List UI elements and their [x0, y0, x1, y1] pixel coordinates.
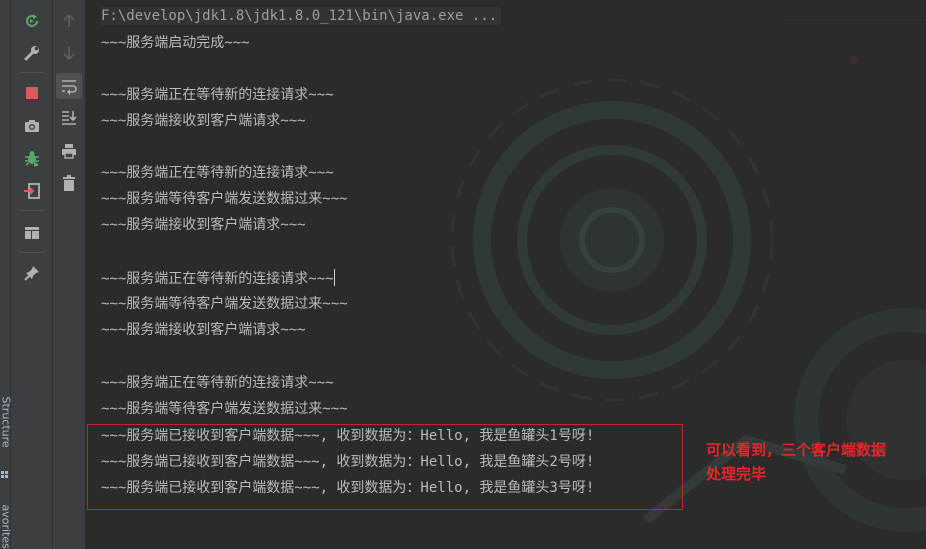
clear-all-button[interactable]	[56, 170, 82, 196]
console-line-text: ~~~服务端正在等待新的连接请求~~~	[101, 271, 334, 287]
console-line: ~~~服务端启动完成~~~	[101, 35, 250, 51]
restore-layout-button[interactable]	[19, 220, 45, 246]
console-command-line: F:\develop\jdk1.8\jdk1.8.0_121\bin\java.…	[101, 7, 502, 25]
console-line: ~~~服务端接收到客户端请求~~~	[101, 322, 306, 338]
exit-icon	[24, 183, 40, 199]
annotation-text: 可以看到，三个客户端数据 处理完毕	[706, 438, 921, 486]
console-line-with-caret: ~~~服务端正在等待新的连接请求~~~	[101, 269, 335, 288]
soft-wrap-button[interactable]	[56, 73, 82, 99]
toolbar-divider	[19, 252, 45, 253]
scroll-to-end-button[interactable]	[56, 105, 82, 131]
up-arrow-icon	[63, 13, 75, 27]
previous-occurrence-button[interactable]	[56, 8, 82, 34]
debug-bug-icon	[25, 151, 39, 167]
console-line: ~~~服务端等待客户端发送数据过来~~~	[101, 401, 348, 417]
layout-icon	[25, 227, 39, 239]
console-line: ~~~服务端正在等待新的连接请求~~~	[101, 87, 334, 103]
print-icon	[62, 144, 76, 159]
stop-button[interactable]	[19, 80, 45, 106]
print-button[interactable]	[56, 138, 82, 164]
dump-threads-button[interactable]	[19, 113, 45, 139]
console-line: ~~~服务端接收到客户端请求~~~	[101, 217, 306, 233]
next-occurrence-button[interactable]	[56, 40, 82, 66]
stop-icon	[26, 87, 38, 99]
pin-tab-button[interactable]	[19, 260, 45, 286]
pin-icon	[24, 266, 39, 281]
run-toolbar	[11, 0, 53, 549]
annotation-line: 可以看到，三个客户端数据	[706, 441, 887, 459]
annotation-line: 处理完毕	[706, 465, 767, 483]
scroll-to-end-icon	[62, 111, 77, 125]
console-line: ~~~服务端接收到客户端请求~~~	[101, 113, 306, 129]
tool-window-strip: Structure avorites	[0, 0, 13, 549]
down-arrow-icon	[63, 47, 75, 61]
exit-button[interactable]	[19, 178, 45, 204]
console-line: ~~~服务端正在等待新的连接请求~~~	[101, 375, 334, 391]
trash-icon	[63, 175, 75, 191]
wrench-icon	[24, 46, 39, 61]
structure-icon	[1, 464, 9, 478]
annotation-highlight-box	[87, 424, 683, 510]
settings-button[interactable]	[19, 40, 45, 66]
console-line: ~~~服务端等待客户端发送数据过来~~~	[101, 191, 348, 207]
text-caret	[333, 269, 335, 286]
toolbar-divider	[19, 72, 45, 73]
soft-wrap-icon	[62, 80, 77, 95]
rerun-icon	[26, 14, 38, 27]
rerun-button[interactable]	[19, 8, 45, 34]
console-line: ~~~服务端正在等待新的连接请求~~~	[101, 165, 334, 181]
toolbar-divider	[19, 210, 45, 211]
camera-icon	[25, 120, 39, 132]
console-line: ~~~服务端等待客户端发送数据过来~~~	[101, 296, 348, 312]
debug-button[interactable]	[19, 145, 45, 171]
console-toolbar	[53, 0, 85, 549]
